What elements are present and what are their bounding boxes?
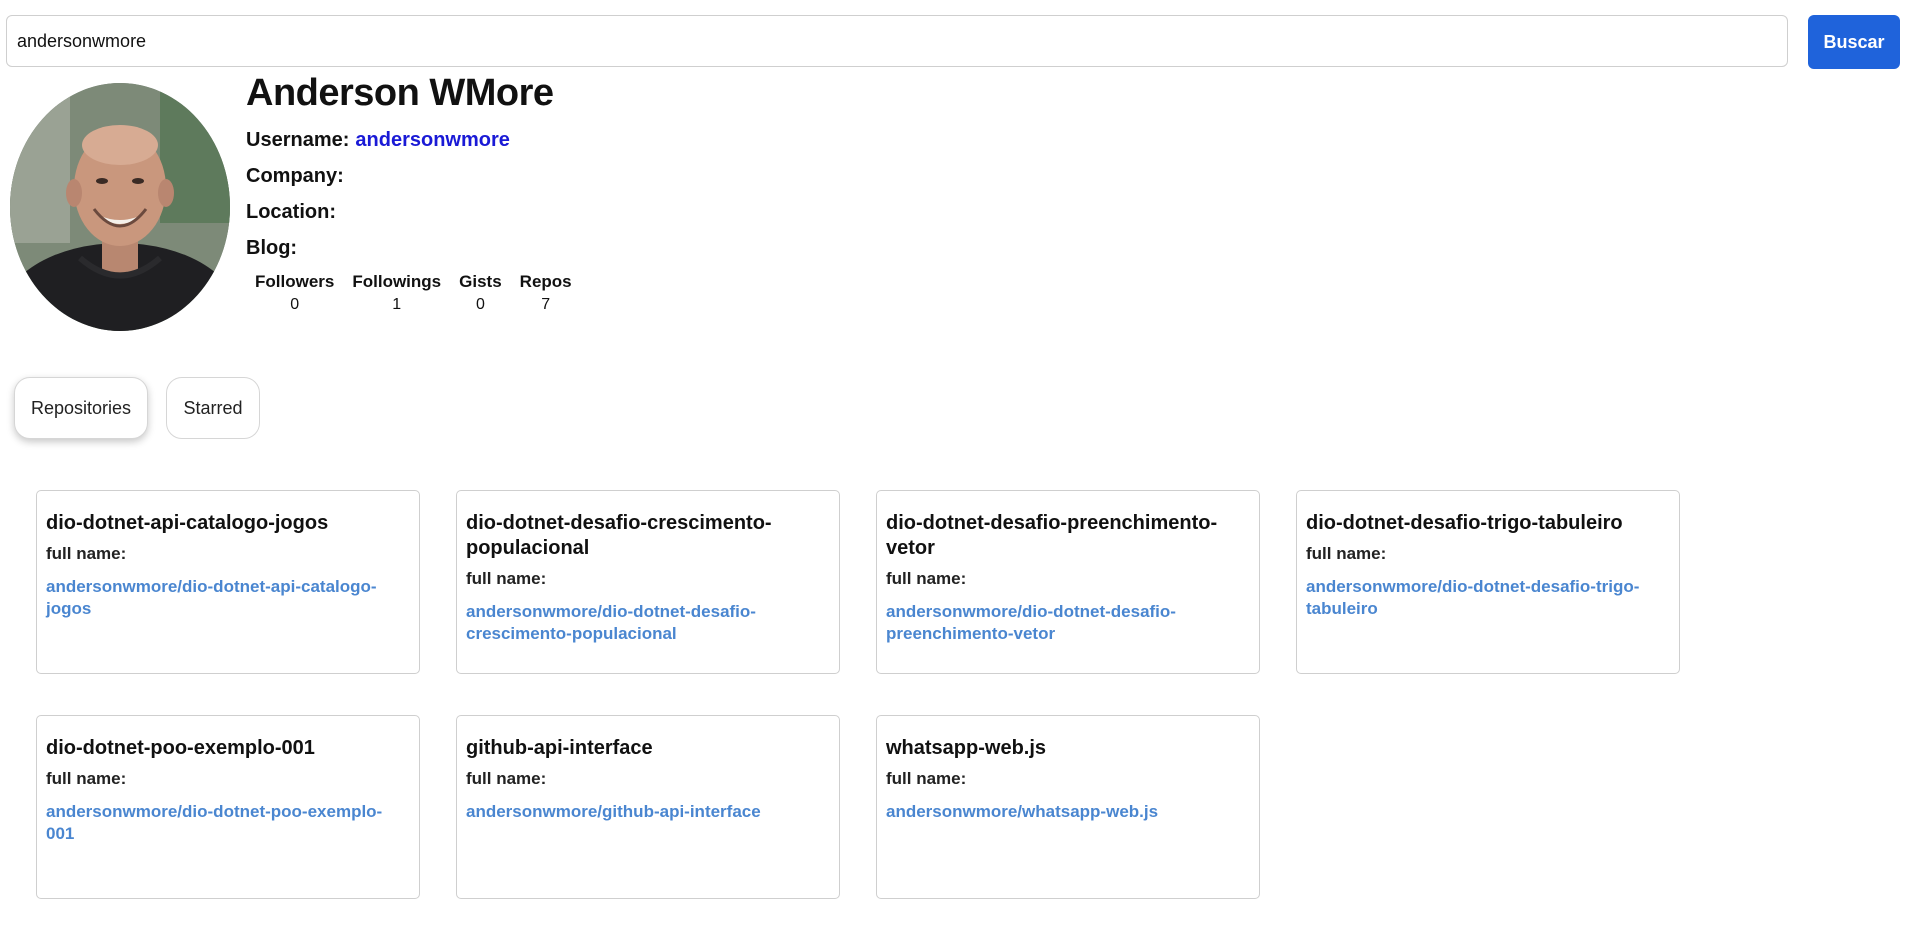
repo-full-name-link[interactable]: andersonwmore/dio-dotnet-desafio-crescim… [466,601,829,645]
full-name-label: full name: [466,769,547,788]
username-link[interactable]: andersonwmore [355,129,509,151]
company-label: Company: [246,165,344,187]
blog-label: Blog: [246,237,298,259]
stat-value: 0 [475,296,485,313]
full-name-label: full name: [46,544,127,563]
repo-card[interactable]: github-api-interface full name: anderson… [456,715,840,899]
github-profile-page: Buscar Anderson WMore Username:andersonw… [0,0,1912,936]
stat-repos: Repos 7 [520,272,572,314]
tab-repositories[interactable]: Repositories [14,377,148,439]
stat-value: 7 [541,296,551,313]
location-label: Location: [246,201,336,223]
repo-name: dio-dotnet-desafio-crescimento-populacio… [466,512,772,559]
stat-label: Repos [519,272,572,291]
tab-starred[interactable]: Starred [166,377,260,439]
stat-value: 0 [290,296,300,313]
repo-card[interactable]: dio-dotnet-desafio-preenchimento-vetor f… [876,490,1260,674]
location-row: Location: [246,201,336,224]
repo-card[interactable]: whatsapp-web.js full name: andersonwmore… [876,715,1260,899]
repo-name: dio-dotnet-desafio-trigo-tabuleiro [1306,512,1623,534]
repo-full-name-link[interactable]: andersonwmore/dio-dotnet-api-catalogo-jo… [46,576,409,620]
repo-name: github-api-interface [466,737,653,759]
repo-full-name-link[interactable]: andersonwmore/dio-dotnet-poo-exemplo-001 [46,801,409,845]
username-label: Username: [246,129,350,151]
stat-label: Followings [352,272,442,291]
full-name-label: full name: [46,769,127,788]
profile-stats: Followers 0 Followings 1 Gists 0 Repos 7 [255,272,590,314]
search-input[interactable] [6,15,1788,67]
full-name-label: full name: [466,569,547,588]
stat-followers: Followers 0 [255,272,334,314]
repo-name: dio-dotnet-poo-exemplo-001 [46,737,315,759]
repo-card[interactable]: dio-dotnet-desafio-trigo-tabuleiro full … [1296,490,1680,674]
avatar-photo [10,83,230,331]
repo-name: dio-dotnet-api-catalogo-jogos [46,512,329,534]
repo-name: whatsapp-web.js [886,737,1047,759]
repo-card[interactable]: dio-dotnet-poo-exemplo-001 full name: an… [36,715,420,899]
stat-label: Gists [459,272,502,291]
repo-full-name-link[interactable]: andersonwmore/whatsapp-web.js [886,801,1249,823]
search-button[interactable]: Buscar [1808,15,1900,69]
stat-value: 1 [392,296,402,313]
stat-label: Followers [255,272,335,291]
repo-full-name-link[interactable]: andersonwmore/dio-dotnet-desafio-trigo-t… [1306,576,1669,620]
search-bar: Buscar [6,15,1900,69]
company-row: Company: [246,165,344,188]
username-row: Username: andersonwmore [246,129,510,152]
stat-gists: Gists 0 [459,272,502,314]
full-name-label: full name: [1306,544,1387,563]
repo-full-name-link[interactable]: andersonwmore/github-api-interface [466,801,829,823]
repo-card[interactable]: dio-dotnet-desafio-crescimento-populacio… [456,490,840,674]
repo-card[interactable]: dio-dotnet-api-catalogo-jogos full name:… [36,490,420,674]
profile-name: Anderson WMore [246,72,554,114]
stat-followings: Followings 1 [352,272,441,314]
avatar [10,83,230,331]
blog-row: Blog: [246,237,297,260]
repo-full-name-link[interactable]: andersonwmore/dio-dotnet-desafio-preench… [886,601,1249,645]
repo-name: dio-dotnet-desafio-preenchimento-vetor [886,512,1218,559]
full-name-label: full name: [886,569,967,588]
full-name-label: full name: [886,769,967,788]
